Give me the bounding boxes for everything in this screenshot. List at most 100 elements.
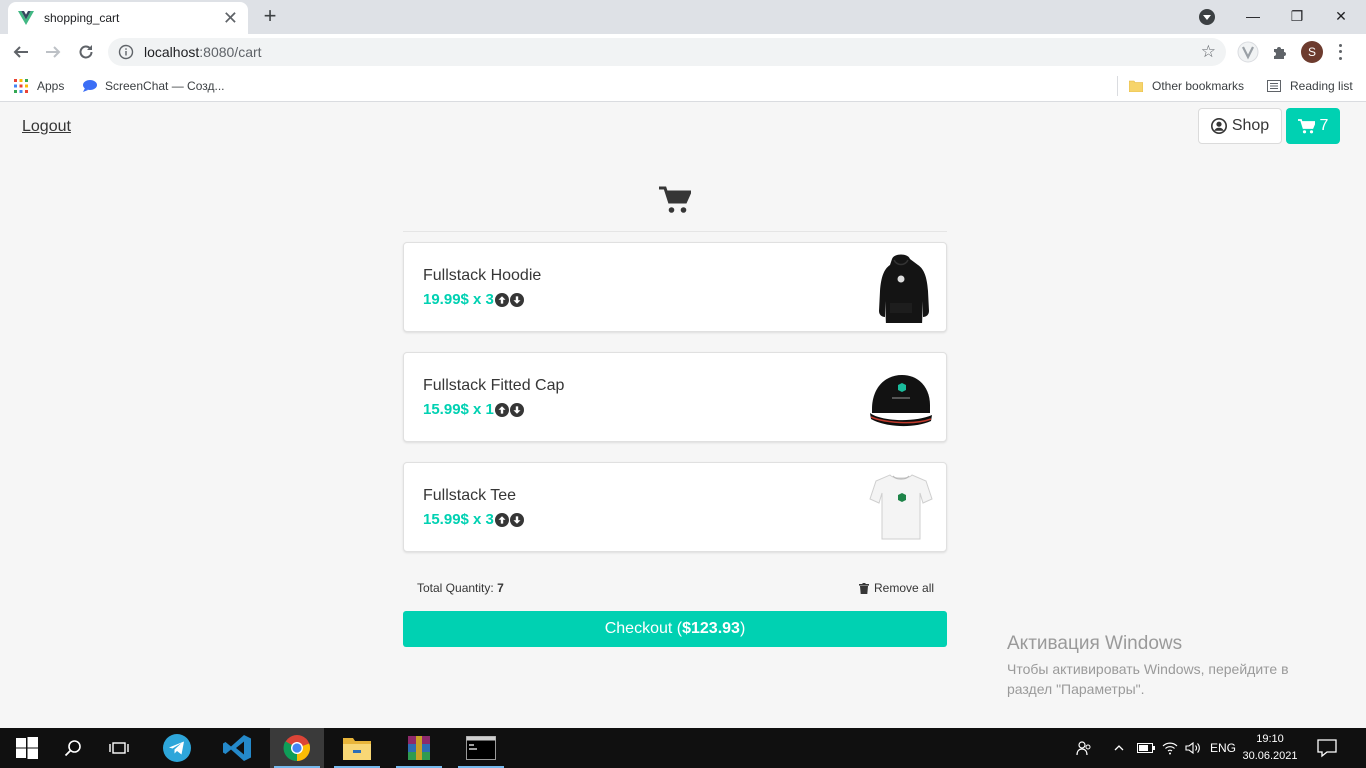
hoodie-image xyxy=(879,254,929,323)
cart-count: 7 xyxy=(1319,117,1329,134)
reading-list[interactable]: Reading list xyxy=(1267,76,1353,96)
restore-button[interactable]: ❐ xyxy=(1274,0,1320,32)
item-price: 15.99$ x 1 xyxy=(423,401,494,418)
total-quantity: Total Quantity: 7 xyxy=(417,581,504,595)
decrease-quantity-icon[interactable] xyxy=(509,512,524,527)
telegram-icon xyxy=(163,734,191,762)
item-name: Fullstack Tee xyxy=(423,487,517,504)
item-name: Fullstack Hoodie xyxy=(423,267,542,284)
windows-logo-icon xyxy=(16,737,38,759)
telegram-taskbar-item[interactable] xyxy=(150,728,204,768)
extensions-button[interactable] xyxy=(1268,40,1292,64)
vue-devtools-icon xyxy=(1237,41,1259,63)
reload-button[interactable] xyxy=(74,40,98,64)
cart-header-icon xyxy=(659,186,691,213)
reading-list-icon xyxy=(1267,80,1281,92)
remove-all-button[interactable]: Remove all xyxy=(859,581,934,595)
shopping-cart-icon xyxy=(1297,118,1315,133)
browser-menu-icon[interactable] xyxy=(1334,42,1346,62)
checkout-button[interactable]: Checkout ($123.93) xyxy=(403,611,947,647)
activation-text: Чтобы активировать Windows, перейдите в … xyxy=(1007,661,1289,697)
chrome-icon xyxy=(283,735,311,762)
browser-tab-strip: shopping_cart ✕ + — ❐ ✕ xyxy=(0,0,1366,34)
reload-icon xyxy=(79,45,93,59)
tab-search-icon[interactable] xyxy=(1199,9,1215,25)
network-icon[interactable] xyxy=(1162,728,1178,768)
winrar-icon xyxy=(408,736,430,760)
arrow-left-icon xyxy=(13,46,28,58)
checkout-label: Checkout ( xyxy=(604,620,683,637)
vue-devtools-extension[interactable] xyxy=(1236,40,1260,64)
increase-quantity-icon[interactable] xyxy=(494,512,509,527)
address-bar[interactable]: localhost:8080/cart ☆ xyxy=(108,38,1226,66)
bookmark-apps[interactable]: Apps xyxy=(14,76,64,96)
bookmarks-divider xyxy=(1117,76,1118,96)
total-quantity-value: 7 xyxy=(497,581,504,595)
bookmark-star-icon[interactable]: ☆ xyxy=(1201,42,1216,62)
chevron-up-icon xyxy=(1114,745,1124,751)
trash-icon xyxy=(859,582,869,594)
browser-tab[interactable]: shopping_cart ✕ xyxy=(8,2,248,34)
cart-item: Fullstack Hoodie 19.99$ x 3 xyxy=(403,242,947,332)
new-tab-button[interactable]: + xyxy=(258,4,282,28)
item-price: 19.99$ x 3 xyxy=(423,291,494,308)
clock-time: 19:10 xyxy=(1256,733,1284,745)
close-window-button[interactable]: ✕ xyxy=(1318,0,1364,32)
cap-image xyxy=(870,375,932,427)
show-hidden-icons[interactable] xyxy=(1114,728,1124,768)
folder-icon xyxy=(1129,80,1143,92)
bookmark-screenchat-label: ScreenChat — Созд... xyxy=(105,79,225,93)
notifications-icon[interactable] xyxy=(1316,738,1338,758)
vscode-taskbar-item[interactable] xyxy=(210,728,264,768)
clock-date: 30.06.2021 xyxy=(1242,750,1298,762)
vscode-icon xyxy=(223,735,251,761)
checkout-close-paren: ) xyxy=(739,620,746,637)
url-path: :8080/cart xyxy=(199,44,262,60)
task-view-button[interactable] xyxy=(92,728,146,768)
browser-toolbar: localhost:8080/cart ☆ xyxy=(0,34,1366,70)
decrease-quantity-icon[interactable] xyxy=(509,292,524,307)
bookmark-other[interactable]: Other bookmarks xyxy=(1129,76,1244,96)
cart-button[interactable]: 7 xyxy=(1286,108,1340,144)
windows-taskbar: ENG 19:10 30.06.2021 xyxy=(0,728,1366,768)
tab-close-icon[interactable]: ✕ xyxy=(223,9,238,27)
decrease-quantity-icon[interactable] xyxy=(509,402,524,417)
task-view-icon xyxy=(109,742,129,754)
url-host: localhost xyxy=(144,44,200,60)
cart-page: Logout Shop 7 Fullstack Hoodie 19.99$ x … xyxy=(0,103,1366,728)
increase-quantity-icon[interactable] xyxy=(494,402,509,417)
reading-list-label: Reading list xyxy=(1290,79,1353,93)
apps-grid-icon xyxy=(14,79,28,93)
shop-button[interactable]: Shop xyxy=(1198,108,1282,144)
increase-quantity-icon[interactable] xyxy=(494,292,509,307)
search-icon xyxy=(64,740,81,757)
terminal-taskbar-item[interactable] xyxy=(454,728,508,768)
vue-logo-icon xyxy=(18,11,34,25)
battery-icon[interactable] xyxy=(1137,728,1155,768)
item-price-row: 19.99$ x 3 xyxy=(423,291,524,308)
logout-link[interactable]: Logout xyxy=(22,118,71,136)
winrar-taskbar-item[interactable] xyxy=(392,728,446,768)
item-price-row: 15.99$ x 1 xyxy=(423,401,524,418)
activation-title: Активация Windows xyxy=(1007,633,1183,654)
bookmark-screenchat[interactable]: ScreenChat — Созд... xyxy=(82,76,224,96)
file-explorer-taskbar-item[interactable] xyxy=(330,728,384,768)
profile-avatar[interactable]: S xyxy=(1301,41,1323,63)
chrome-taskbar-item[interactable] xyxy=(270,728,324,768)
volume-icon[interactable] xyxy=(1185,728,1201,768)
back-button[interactable] xyxy=(9,40,33,64)
terminal-icon xyxy=(466,736,496,760)
checkout-total: $123.93 xyxy=(682,620,740,637)
bookmark-apps-label: Apps xyxy=(37,79,65,93)
minimize-button[interactable]: — xyxy=(1230,0,1276,32)
cart-item: Fullstack Fitted Cap 15.99$ x 1 xyxy=(403,352,947,442)
info-icon[interactable] xyxy=(118,44,134,60)
language-indicator[interactable]: ENG xyxy=(1210,728,1236,768)
forward-button[interactable] xyxy=(41,40,65,64)
clock[interactable]: 19:10 30.06.2021 xyxy=(1240,731,1300,765)
item-price-row: 15.99$ x 3 xyxy=(423,511,524,528)
cart-item: Fullstack Tee 15.99$ x 3 xyxy=(403,462,947,552)
item-price: 15.99$ x 3 xyxy=(423,511,494,528)
bookmarks-bar: Apps ScreenChat — Созд... Other bookmark… xyxy=(0,70,1366,102)
people-icon[interactable] xyxy=(1076,728,1092,768)
